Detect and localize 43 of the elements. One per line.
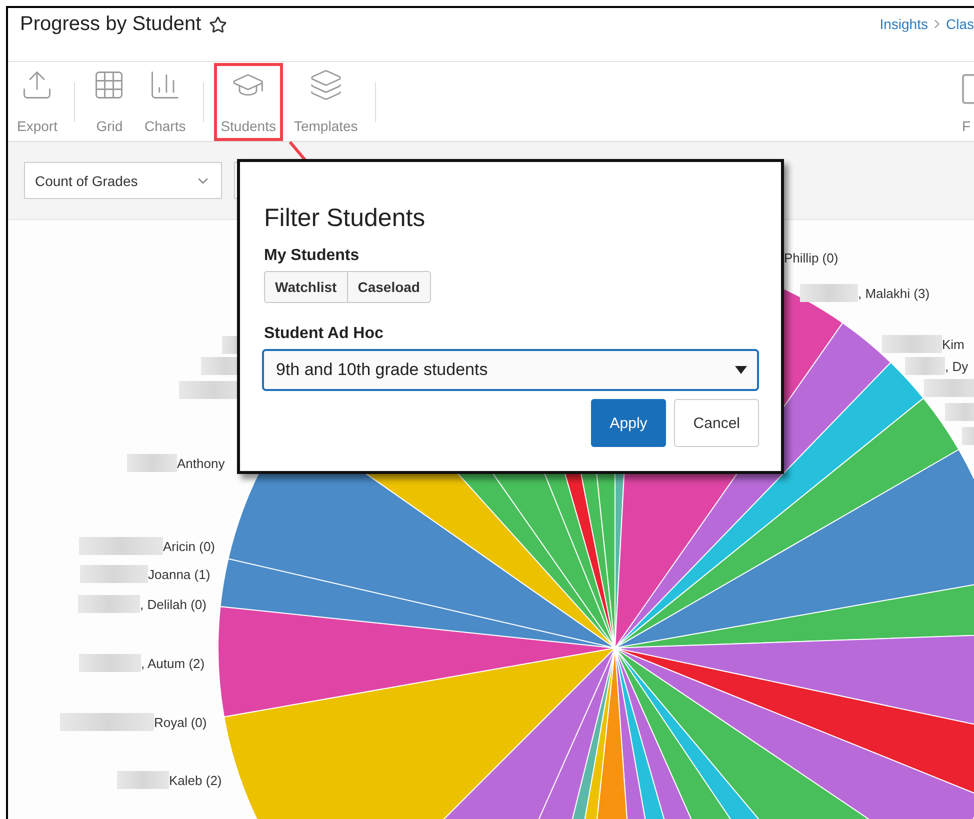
blurred-block [800, 284, 858, 302]
pie-label: , Dy [945, 358, 968, 374]
blurred-block [945, 403, 974, 421]
blurred-block [79, 654, 141, 672]
page-title: Progress by Student [20, 13, 202, 36]
caret-icon [735, 366, 747, 374]
breadcrumb-link[interactable]: Insights [880, 16, 928, 32]
blurred-block [882, 335, 942, 353]
measure-select[interactable]: Count of Grades [24, 162, 222, 199]
pie-label: Anthony [177, 456, 225, 470]
blurred-block [127, 454, 177, 472]
blurred-block [78, 595, 140, 613]
toolbar-button[interactable]: Export [10, 62, 64, 140]
dialog-title: Filter Students [264, 204, 426, 233]
pie-label: , Autum (2) [141, 656, 205, 670]
section-label: Student Ad Hoc [264, 325, 384, 343]
ad-hoc-select[interactable]: 9th and 10th grade students [262, 349, 759, 391]
pie-label: Joanna (1) [148, 566, 210, 582]
pie-label: , Delilah (0) [140, 596, 206, 612]
pie-label: Kaleb (2) [169, 772, 222, 788]
toolbar-button[interactable]: Grid [85, 62, 134, 140]
blurred-block [80, 565, 148, 583]
filter-button[interactable]: Caseload [348, 271, 431, 303]
cancel-button[interactable]: Cancel [674, 399, 759, 447]
section-label: My Students [264, 247, 360, 265]
toolbar-button[interactable]: F [962, 70, 974, 134]
toolbar-button[interactable]: Students [214, 62, 283, 140]
blurred-block [117, 771, 169, 789]
pie-label: Royal (0) [154, 714, 207, 730]
blurred-block [924, 379, 974, 397]
blurred-block [905, 357, 945, 375]
layers-icon [308, 68, 343, 102]
pie-label: Aricin (0) [163, 538, 216, 554]
toolbar-button[interactable]: Charts [137, 62, 193, 140]
breadcrumb-link[interactable]: Clas [946, 16, 974, 32]
partial-icon [962, 74, 974, 104]
pie-label: Kim [942, 336, 964, 352]
apply-button[interactable]: Apply [590, 399, 666, 447]
filter-button[interactable]: Watchlist [264, 271, 348, 303]
star-icon[interactable] [209, 16, 228, 34]
pie-label: Phillip (0) [784, 250, 838, 266]
toolbar-button[interactable]: Templates [286, 62, 365, 140]
pie-label: , Malakhi (3) [858, 286, 930, 300]
